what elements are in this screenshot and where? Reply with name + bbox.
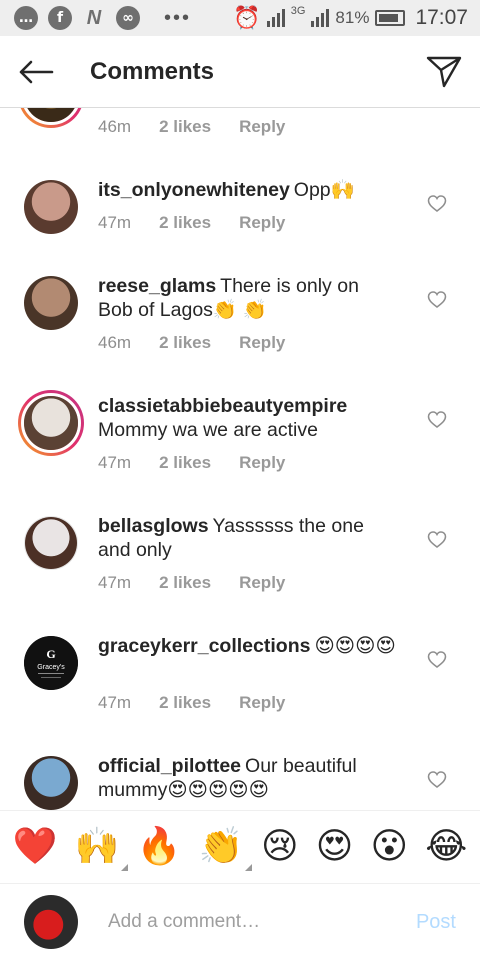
comment-text-block: graceykerr_collections 😍😍😍😍 [98, 634, 398, 658]
red-heart-emoji-button[interactable]: ❤️ [13, 829, 58, 865]
status-bar: … f N ∞ ••• ⏰ 3G 81% 17:07 [0, 0, 480, 36]
avatar[interactable] [24, 756, 78, 810]
fire-emoji-button[interactable]: 🔥 [137, 829, 182, 865]
clapping-hands-emoji: 👏 [198, 826, 244, 867]
comment-text-block: reese_glams There is only on Bob of Lagos… [98, 274, 398, 322]
avatar[interactable] [24, 180, 78, 234]
raising-hands-emoji: 🙌 [74, 826, 120, 867]
like-heart-icon[interactable] [427, 410, 447, 430]
more-notifications-icon: ••• [164, 6, 192, 29]
paper-plane-icon [426, 56, 462, 87]
raising-hands-emoji-button[interactable]: 🙌 [74, 826, 128, 871]
tears-of-joy-emoji-button[interactable]: 😂 [425, 829, 467, 865]
network-type-label: 3G [290, 5, 306, 17]
likes-count[interactable]: 2 likes [159, 693, 211, 713]
comment-username[interactable]: official_pilottee [98, 755, 241, 777]
share-button[interactable] [422, 50, 466, 94]
comment-text-block: bellasglows Yassssss the one and only [98, 514, 398, 562]
back-arrow-icon [19, 60, 54, 83]
comment-username[interactable]: reese_glams [98, 275, 216, 297]
comment-body: Opp🙌 [293, 179, 355, 201]
comment-age: 47m [98, 213, 132, 232]
n-app-icon: N [86, 6, 102, 29]
likes-count[interactable]: 2 likes [159, 573, 211, 593]
top-app-bar: Comments [0, 36, 480, 108]
like-heart-icon[interactable] [427, 770, 447, 790]
signal-2-icon [311, 9, 330, 27]
comment-meta: 47m 2 likes Reply [98, 453, 313, 473]
page-title: Comments [90, 57, 215, 85]
svg-text:G: G [46, 647, 55, 661]
like-heart-icon[interactable] [427, 650, 447, 670]
comment-body: 😍😍😍😍 [314, 635, 396, 657]
comment-input[interactable] [108, 911, 398, 933]
avatar[interactable]: G Gracey's [24, 636, 78, 690]
comment-username[interactable]: its_onlyonewhiteney [98, 179, 290, 201]
battery-percent: 81% [335, 8, 370, 27]
comment-body: Mommy wa we are active [98, 419, 318, 441]
comment-age: 46m [98, 117, 132, 136]
reply-button[interactable]: Reply [239, 333, 285, 353]
avatar[interactable] [24, 276, 78, 330]
graceys-logo: G Gracey's [24, 636, 78, 690]
reply-button[interactable]: Reply [239, 117, 285, 137]
comment-meta: 47m 2 likes Reply [98, 693, 313, 713]
reply-button[interactable]: Reply [239, 453, 285, 473]
comment-username[interactable]: graceykerr_collections [98, 635, 310, 657]
chat-bubble-icon: … [14, 6, 38, 30]
battery-icon [375, 10, 406, 26]
skin-tone-indicator-icon [244, 864, 252, 871]
like-heart-icon[interactable] [427, 290, 447, 310]
skin-tone-indicator-icon [120, 864, 128, 871]
reply-button[interactable]: Reply [239, 213, 285, 233]
comment-composer: Post [0, 884, 480, 960]
facebook-icon: f [48, 6, 72, 30]
comment-text-block: classietabbiebeautyempire Mommy wa we are… [98, 394, 398, 442]
avatar[interactable] [18, 390, 84, 456]
comment-meta: 46m 2 likes Reply [98, 117, 313, 137]
reply-button[interactable]: Reply [239, 693, 285, 713]
comment-age: 47m [98, 693, 132, 712]
comment-username[interactable]: classietabbiebeautyempire [98, 395, 347, 417]
alarm-icon: ⏰ [233, 5, 261, 30]
emoji-reaction-bar: ❤️ 🙌 🔥 👏 😢 😍 😮 😂 [0, 810, 480, 884]
current-user-avatar [24, 895, 78, 949]
surprised-face-emoji-button[interactable]: 😮 [371, 829, 409, 865]
comments-list[interactable]: 46m 2 likes Reply its_onlyonewhiteney Opp… [0, 108, 480, 810]
comment-meta: 46m 2 likes Reply [98, 333, 313, 353]
infinity-icon: ∞ [116, 6, 140, 30]
avatar[interactable] [18, 108, 84, 128]
comment-meta: 47m 2 likes Reply [98, 213, 313, 233]
comment-text-block: official_pilottee Our beautiful mummy😍😍😍😍… [98, 754, 398, 802]
post-button[interactable]: Post [416, 911, 456, 934]
comment-username[interactable]: bellasglows [98, 515, 209, 537]
comment-age: 47m [98, 573, 132, 592]
comment-meta: 47m 2 likes Reply [98, 573, 313, 593]
likes-count[interactable]: 2 likes [159, 213, 211, 233]
reply-button[interactable]: Reply [239, 573, 285, 593]
likes-count[interactable]: 2 likes [159, 333, 211, 353]
like-heart-icon[interactable] [427, 530, 447, 550]
comment-text-block: its_onlyonewhiteney Opp🙌 [98, 178, 398, 202]
like-heart-icon[interactable] [427, 194, 447, 214]
avatar-logo-text: Gracey's [37, 664, 65, 671]
clock: 17:07 [415, 6, 468, 29]
likes-count[interactable]: 2 likes [159, 453, 211, 473]
avatar[interactable] [24, 516, 78, 570]
comment-age: 47m [98, 453, 132, 472]
crying-face-emoji-button[interactable]: 😢 [261, 829, 299, 865]
likes-count[interactable]: 2 likes [159, 117, 211, 137]
heart-eyes-emoji-button[interactable]: 😍 [316, 829, 354, 865]
clapping-hands-emoji-button[interactable]: 👏 [198, 826, 252, 871]
comment-age: 46m [98, 333, 132, 352]
signal-icon [266, 9, 285, 27]
back-button[interactable] [14, 50, 58, 94]
